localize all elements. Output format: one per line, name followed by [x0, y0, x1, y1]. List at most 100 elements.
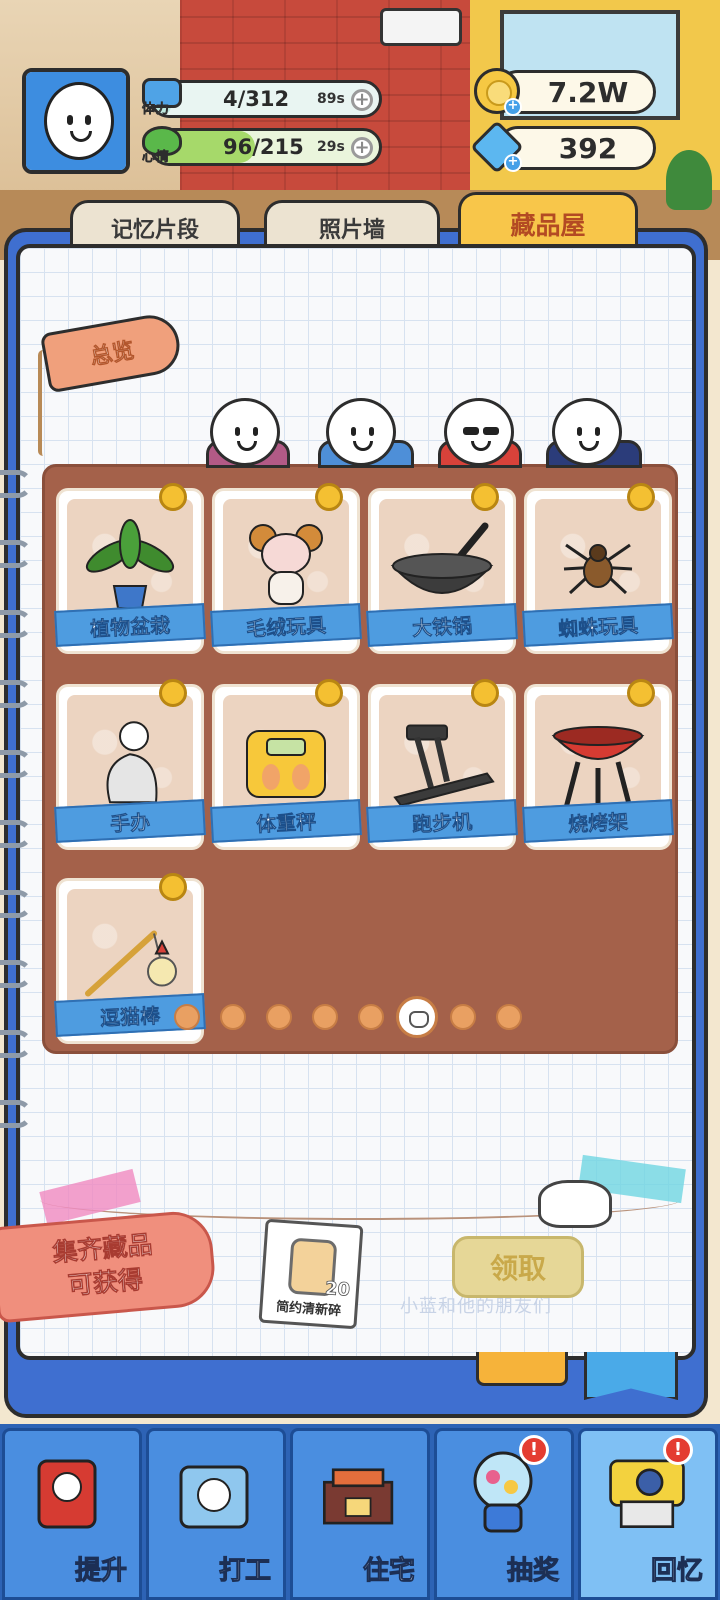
reward-tag: 集齐藏品 可获得	[0, 1208, 218, 1324]
mood-timer: 29s	[317, 139, 345, 155]
page-dot[interactable]	[174, 1004, 200, 1030]
bottom-nav: 提升 打工 住宅 ! 抽奖 ! 回忆	[0, 1424, 720, 1600]
tab-collection-room[interactable]: 藏品屋	[458, 192, 638, 252]
page-dot-active[interactable]	[396, 996, 438, 1038]
scale-icon	[246, 730, 326, 798]
gem-value: 392	[558, 131, 618, 165]
item-name-ribbon: 植物盆栽	[54, 603, 206, 647]
nav-label: 提升	[74, 1556, 127, 1587]
dumbbell-icon: 体力	[136, 74, 192, 122]
friend-avatar-icon	[552, 398, 622, 466]
collection-card-scale[interactable]: 体重秤	[210, 679, 362, 850]
pin-icon	[315, 483, 343, 511]
collection-card-treadmill[interactable]: 跑步机	[366, 679, 518, 850]
notification-badge: !	[519, 1435, 549, 1465]
potted-plant-icon	[85, 519, 175, 609]
collection-card-potted-plant[interactable]: 植物盆栽	[54, 483, 206, 654]
add-gem-icon[interactable]: +	[504, 154, 522, 172]
binder-ring	[0, 1100, 32, 1128]
page-dot[interactable]	[496, 1004, 522, 1030]
bookmark-tab[interactable]	[476, 1352, 568, 1386]
plant-decoration	[666, 150, 712, 210]
nav-home[interactable]: 住宅	[290, 1428, 430, 1600]
claim-label: 领取	[489, 1252, 546, 1285]
pin-icon	[159, 873, 187, 901]
pin-icon	[471, 483, 499, 511]
collection-card-figurine[interactable]: 手办	[54, 679, 206, 850]
reward-quantity: 20	[324, 1278, 351, 1301]
friend-avatar-icon	[326, 398, 396, 466]
pin-icon	[315, 679, 343, 707]
binder-ring	[0, 610, 32, 638]
page-dot[interactable]	[450, 1004, 476, 1030]
reward-item-card[interactable]: 20 简约清新碎	[258, 1218, 364, 1330]
add-mood-button[interactable]: +	[351, 137, 373, 159]
coin-icon[interactable]: +	[472, 66, 524, 118]
diamond-icon[interactable]: +	[470, 120, 524, 174]
item-name-ribbon: 烧烤架	[522, 799, 674, 843]
item-name-ribbon: 体重秤	[210, 799, 362, 843]
treadmill-icon	[393, 724, 495, 807]
grill-icon	[551, 726, 645, 809]
nav-label: 抽奖	[506, 1556, 559, 1587]
page-dot[interactable]	[312, 1004, 338, 1030]
item-name-ribbon: 毛绒玩具	[210, 603, 362, 647]
collection-card-spider-toy[interactable]: 蜘蛛玩具	[522, 483, 674, 654]
binder-ring	[0, 540, 32, 568]
pin-icon	[471, 679, 499, 707]
stamina-value: 4/312	[223, 87, 290, 111]
nav-upgrade[interactable]: 提升	[2, 1428, 142, 1600]
binder-ring	[0, 1030, 32, 1058]
player-avatar[interactable]	[22, 68, 130, 174]
pin-icon	[159, 483, 187, 511]
binder-ring	[0, 960, 32, 988]
red-book-icon	[37, 1459, 97, 1529]
pin-icon	[627, 679, 655, 707]
item-name-ribbon: 手办	[54, 799, 206, 843]
nav-label: 住宅	[362, 1556, 415, 1587]
nav-label: 回忆	[650, 1556, 703, 1587]
notification-badge: !	[663, 1435, 693, 1465]
claim-button[interactable]: 领取	[452, 1236, 584, 1298]
collection-card-grill[interactable]: 烧烤架	[522, 679, 674, 850]
wok-icon	[390, 522, 494, 594]
binder-ring	[0, 470, 32, 498]
nav-memory[interactable]: ! 回忆	[578, 1428, 718, 1600]
page-dot[interactable]	[220, 1004, 246, 1030]
air-conditioner	[380, 8, 462, 46]
page-dot[interactable]	[358, 1004, 384, 1030]
id-badge-icon	[179, 1465, 249, 1529]
binder-ring	[0, 750, 32, 778]
stamina-timer: 89s	[317, 91, 345, 107]
item-name-ribbon: 大铁锅	[366, 603, 518, 647]
tab-label: 藏品屋	[510, 210, 586, 240]
nav-lottery[interactable]: ! 抽奖	[434, 1428, 574, 1600]
spider-toy-icon	[563, 543, 633, 595]
avatar-face-icon	[44, 82, 114, 160]
figurine-icon	[106, 721, 158, 804]
pin-icon	[159, 679, 187, 707]
friend-avatar-icon	[210, 398, 280, 466]
house-icon	[323, 1468, 394, 1525]
heart-icon: 心情	[136, 122, 192, 170]
add-stamina-button[interactable]: +	[351, 89, 373, 111]
mood-value: 96/215	[223, 135, 304, 159]
mood-label: 心情	[142, 150, 171, 166]
tab-label: 照片墙	[318, 217, 385, 243]
cat-teaser-icon	[85, 930, 177, 997]
binder-ring	[0, 680, 32, 708]
collection-card-wok[interactable]: 大铁锅	[366, 483, 518, 654]
page-dot[interactable]	[266, 1004, 292, 1030]
cat-icon	[538, 1180, 612, 1228]
tab-label: 记忆片段	[110, 217, 199, 243]
binder-ring	[0, 890, 32, 918]
binder-ring	[0, 820, 32, 848]
stamina-label: 体力	[142, 102, 171, 118]
add-coin-icon[interactable]: +	[504, 98, 522, 116]
collection-card-plush-toy[interactable]: 毛绒玩具	[210, 483, 362, 654]
nav-work[interactable]: 打工	[146, 1428, 286, 1600]
plush-toy-icon	[249, 524, 323, 605]
friend-sunglasses-icon	[444, 398, 514, 466]
reward-tag-line2: 可获得	[66, 1264, 145, 1301]
pin-icon	[627, 483, 655, 511]
